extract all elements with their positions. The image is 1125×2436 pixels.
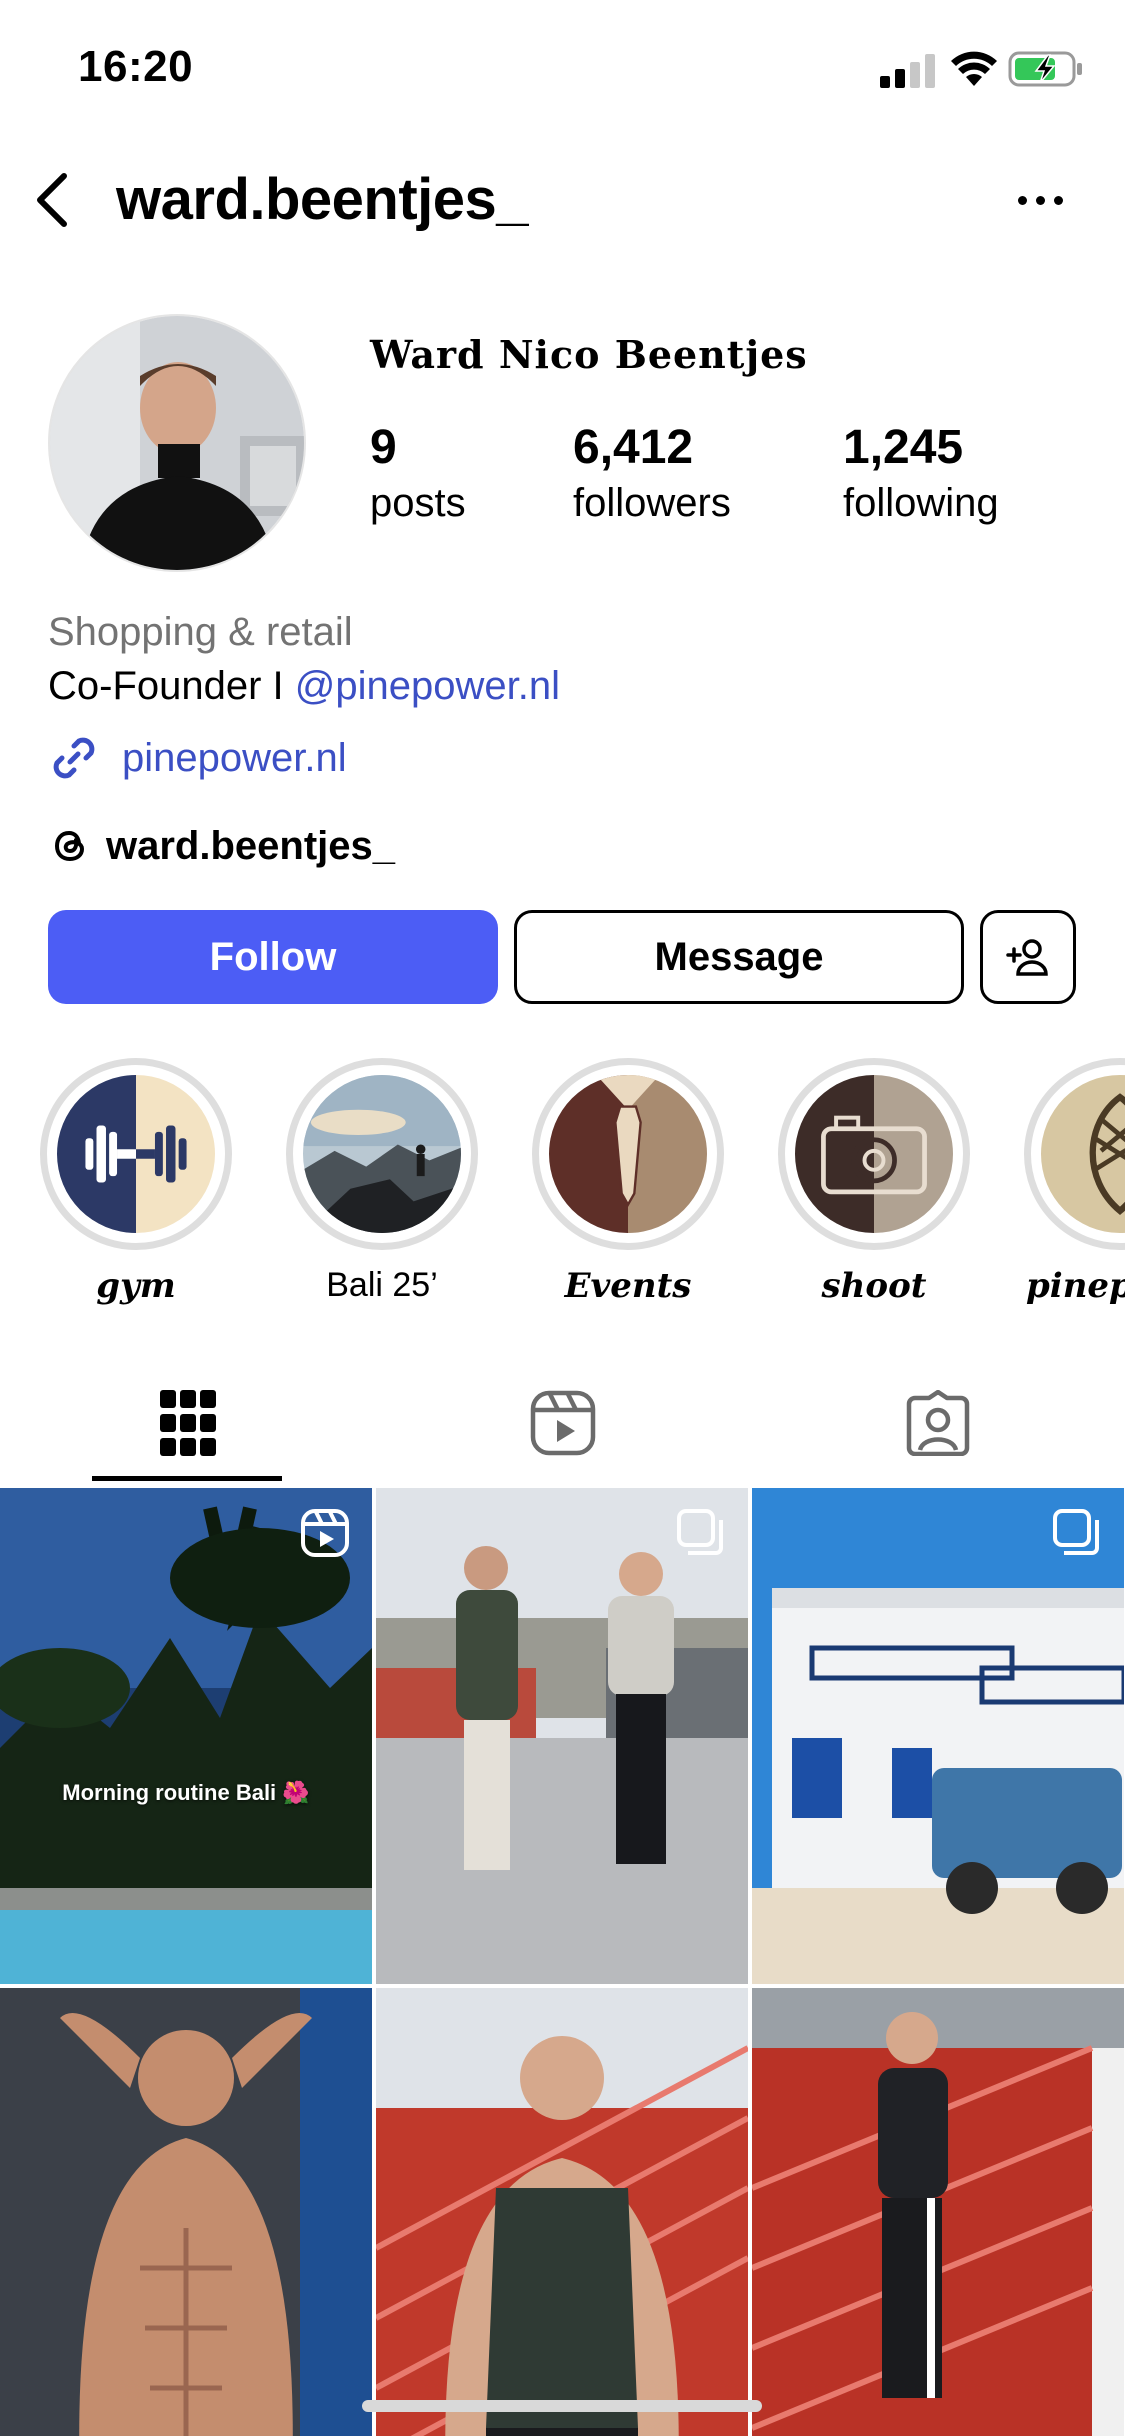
stat-value: 9 [370, 421, 397, 474]
post-thumbnail [752, 1488, 1124, 1984]
post-thumbnail [752, 1988, 1124, 2436]
home-indicator[interactable] [362, 2400, 762, 2412]
add-user-icon [1006, 939, 1048, 976]
profile-bio: Co-Founder I @pinepower.nl [48, 664, 560, 709]
stat-label: following [843, 481, 999, 525]
header-username: ward.beentjes_ [116, 167, 529, 232]
reels-icon [530, 1390, 595, 1456]
highlight-shoot[interactable]: shoot [774, 1058, 974, 1318]
threads-handle: ward.beentjes_ [106, 823, 396, 868]
dumbbell-icon [57, 1075, 215, 1233]
highlight-events[interactable]: Events [528, 1058, 728, 1318]
highlight-ring [1024, 1058, 1125, 1250]
post-tile[interactable] [752, 1488, 1124, 1984]
bio-mention-link[interactable]: @pinepower.nl [295, 664, 560, 708]
highlight-ring [40, 1058, 232, 1250]
highlight-ring [778, 1058, 970, 1250]
highlight-label: Events [564, 1266, 692, 1306]
more-dots-icon [1017, 195, 1027, 205]
highlight-label: shoot [821, 1266, 927, 1306]
stat-value: 6,412 [573, 421, 694, 474]
stat-value: 1,245 [843, 421, 964, 474]
cellular-signal-icon [880, 54, 935, 88]
profile-content-tabs [0, 1362, 1125, 1484]
profile-category: Shopping & retail [48, 610, 353, 654]
active-tab-indicator [92, 1476, 282, 1481]
highlight-label: Bali 25’ [326, 1266, 438, 1304]
highlight-pinepower[interactable]: pinep [1020, 1058, 1125, 1318]
post-thumbnail [0, 1488, 372, 1984]
carousel-icon [677, 1509, 723, 1555]
avatar-photo [50, 316, 304, 570]
tab-posts-grid[interactable] [0, 1362, 375, 1484]
message-button[interactable]: Message [514, 910, 964, 1004]
highlight-ring [532, 1058, 724, 1250]
back-button[interactable] [22, 170, 82, 230]
pinecone-icon [1041, 1075, 1125, 1233]
post-tile[interactable] [752, 1988, 1124, 2436]
wifi-icon [951, 51, 997, 86]
tagged-icon [906, 1390, 969, 1456]
profile-header: ward.beentjes_ [0, 150, 1125, 250]
suggested-users-button[interactable] [980, 910, 1076, 1004]
grid-icon [159, 1390, 216, 1456]
post-tile[interactable] [0, 1988, 372, 2436]
highlight-ring [286, 1058, 478, 1250]
post-tile[interactable] [376, 1488, 748, 1984]
threads-icon [54, 830, 85, 862]
highlight-gym[interactable]: gym [36, 1058, 236, 1318]
post-thumbnail [376, 1488, 748, 1984]
follow-button[interactable]: Follow [48, 910, 498, 1004]
highlight-label: pinep [1026, 1266, 1125, 1306]
tab-reels[interactable] [375, 1362, 750, 1484]
mountain-photo [303, 1075, 461, 1233]
posts-count[interactable]: 9 posts [370, 420, 466, 526]
post-tile[interactable]: Morning routine Bali 🌺 [0, 1488, 372, 1984]
bio-text: Co-Founder I [48, 664, 295, 708]
status-time: 16:20 [78, 42, 194, 91]
highlight-label: gym [96, 1266, 176, 1306]
status-bar: 16:20 [0, 0, 1125, 140]
post-thumbnail [376, 1988, 748, 2436]
link-icon [53, 737, 95, 779]
followers-count[interactable]: 6,412 followers [573, 420, 731, 526]
battery-charging-icon [1008, 51, 1082, 87]
stat-label: followers [573, 481, 731, 525]
chevron-left-icon [37, 173, 67, 227]
external-link-text: pinepower.nl [122, 735, 347, 780]
reel-icon [301, 1509, 349, 1557]
tie-icon [549, 1075, 707, 1233]
external-link[interactable]: pinepower.nl [48, 730, 347, 786]
display-name: Ward Nico Beentjes [370, 332, 808, 377]
post-caption-overlay: Morning routine Bali 🌺 [62, 1780, 310, 1805]
threads-badge[interactable]: ward.beentjes_ [48, 818, 395, 874]
story-highlights: gym Bali 25’ Events shoot pinep [0, 1058, 1125, 1318]
more-dot [1035, 195, 1045, 205]
carousel-icon [1053, 1509, 1099, 1555]
camera-icon [795, 1075, 953, 1233]
tab-tagged[interactable] [750, 1362, 1125, 1484]
profile-avatar[interactable] [48, 314, 306, 572]
posts-grid: Morning routine Bali 🌺 [0, 1488, 1125, 2436]
stat-label: posts [370, 481, 466, 525]
post-thumbnail [0, 1988, 372, 2436]
more-options-button[interactable] [1010, 180, 1070, 220]
highlight-bali[interactable]: Bali 25’ [282, 1058, 482, 1318]
more-dot [1053, 195, 1063, 205]
post-tile[interactable] [376, 1988, 748, 2436]
following-count[interactable]: 1,245 following [843, 420, 999, 526]
